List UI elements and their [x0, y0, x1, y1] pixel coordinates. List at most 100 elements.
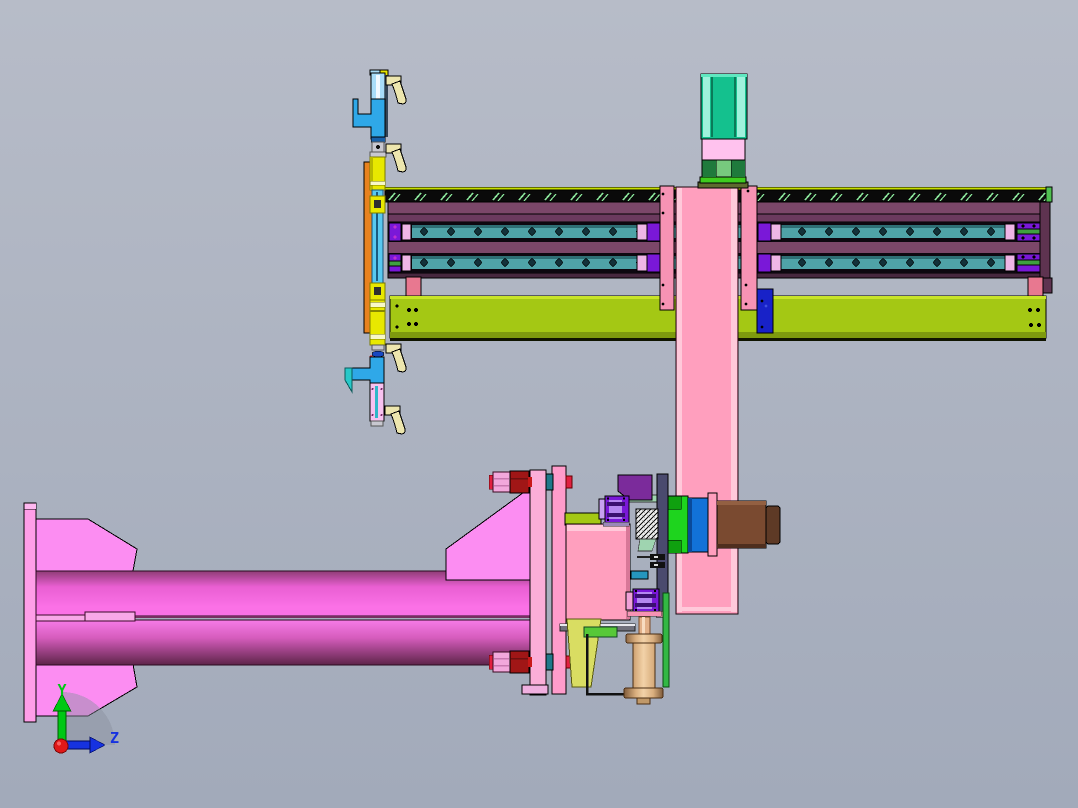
bolt-dot: [393, 256, 397, 260]
plate-foot: [371, 421, 383, 426]
carriage-assembly[interactable]: [560, 474, 780, 631]
slider-hole: [374, 287, 381, 295]
carriage-violet[interactable]: [647, 223, 660, 241]
dot: [606, 497, 610, 500]
spool-bottom-flange[interactable]: [624, 688, 663, 698]
motor-adapter[interactable]: [708, 493, 717, 556]
carriage-pink[interactable]: [771, 255, 781, 271]
support-post[interactable]: [406, 277, 421, 297]
slider-hole: [374, 200, 381, 208]
column-side-plate-left[interactable]: [660, 186, 674, 310]
bolt-dot: [1032, 255, 1036, 259]
column-bottom-band: [677, 607, 737, 611]
clip-slot: [654, 556, 658, 558]
green-bar[interactable]: [584, 627, 617, 637]
clamp-unit-top[interactable]: [599, 496, 629, 526]
spool-body[interactable]: [633, 643, 655, 688]
clamp-arm[interactable]: [384, 405, 406, 435]
beam-end-face[interactable]: [1040, 202, 1050, 278]
carriage-pink[interactable]: [637, 224, 647, 240]
spacer-nut: [546, 474, 553, 490]
boom-cylinder[interactable]: [24, 487, 531, 722]
model-canvas[interactable]: Y Z: [0, 0, 1078, 808]
clamp-slot: [607, 502, 625, 506]
rail-end-pink[interactable]: [1005, 255, 1015, 271]
support-post[interactable]: [1028, 277, 1043, 297]
rail-end-pink[interactable]: [1005, 224, 1015, 240]
gusset-top-right[interactable]: [446, 487, 531, 580]
cylinder-band: [370, 334, 385, 339]
bolt-dot: [1032, 224, 1036, 228]
dot: [606, 518, 610, 522]
rail-end-pink[interactable]: [402, 255, 411, 271]
column-side-plate-right[interactable]: [741, 186, 757, 310]
cylinder-band: [370, 181, 385, 185]
dot: [380, 414, 383, 416]
motor-flange-plate[interactable]: [702, 138, 745, 160]
clamp-base: [603, 522, 629, 526]
seam-block-small: [36, 615, 85, 621]
motor-end-cap[interactable]: [766, 506, 780, 544]
motor-edge: [703, 76, 710, 137]
bolt-dot: [1021, 236, 1025, 240]
bolt-dot: [1032, 236, 1036, 240]
carriage-violet[interactable]: [647, 254, 660, 272]
cylinder-lower-half[interactable]: [36, 620, 530, 665]
facet: [511, 478, 528, 480]
clamp-tab: [626, 592, 633, 610]
gearbox-blue-edge: [688, 498, 692, 552]
cad-viewport[interactable]: Y Z: [0, 0, 1078, 808]
bolt-dot: [393, 225, 397, 229]
bolt-nut[interactable]: [510, 471, 529, 493]
rack-end-cap[interactable]: [1046, 187, 1052, 202]
clamp-slot: [607, 513, 625, 517]
motor-line: [734, 76, 736, 137]
spool-tab: [637, 698, 650, 704]
carriage-pink[interactable]: [771, 224, 781, 240]
carriage-violet[interactable]: [758, 254, 771, 272]
dot: [634, 589, 638, 593]
carriage-violet[interactable]: [758, 223, 771, 241]
dot: [622, 497, 626, 500]
clamp-arm[interactable]: [385, 343, 407, 373]
bolt-shaft: [528, 477, 532, 487]
bolt-head[interactable]: [493, 472, 510, 492]
blue-mount-plate[interactable]: [757, 289, 773, 333]
gusset-top-left[interactable]: [36, 519, 137, 571]
facet: [494, 485, 509, 487]
drive-motor[interactable]: [717, 501, 766, 548]
bracket-side: [731, 159, 745, 177]
flange-plate-1[interactable]: [530, 470, 546, 695]
cable-rod: [637, 556, 651, 558]
green-rod[interactable]: [663, 593, 669, 687]
facet: [494, 478, 509, 480]
plate-groove: [375, 386, 378, 418]
end-plate[interactable]: [24, 503, 36, 722]
clamp-slot: [635, 594, 656, 598]
hook-finger[interactable]: [345, 368, 352, 392]
knurled-coupling[interactable]: [636, 509, 658, 539]
clamp-arm[interactable]: [385, 143, 407, 173]
motor-edge: [737, 76, 745, 137]
disc: [370, 152, 386, 157]
dot: [371, 414, 374, 416]
rail-end-pink[interactable]: [402, 224, 411, 240]
hook-bracket-upper[interactable]: [353, 99, 385, 137]
bolt-tip: [566, 476, 572, 488]
bolt-head[interactable]: [493, 652, 510, 672]
carriage-pink[interactable]: [637, 255, 647, 271]
cyan-spacer[interactable]: [631, 571, 648, 579]
clamp-unit-bottom[interactable]: [626, 589, 661, 616]
clamp-slot: [635, 603, 656, 607]
clamp-arm[interactable]: [385, 75, 407, 105]
cylinder-line: [370, 310, 385, 312]
carriage-body[interactable]: [566, 524, 630, 620]
flange-plate-2[interactable]: [552, 466, 566, 694]
grease-bar: [1017, 260, 1040, 265]
spool-top-flange[interactable]: [626, 634, 662, 643]
bolt-nut[interactable]: [510, 651, 529, 673]
carriage-green-strip[interactable]: [565, 513, 601, 525]
coupling-base: [638, 539, 656, 551]
top-green-strip[interactable]: [700, 177, 746, 183]
gearbox-notch: [668, 496, 681, 509]
